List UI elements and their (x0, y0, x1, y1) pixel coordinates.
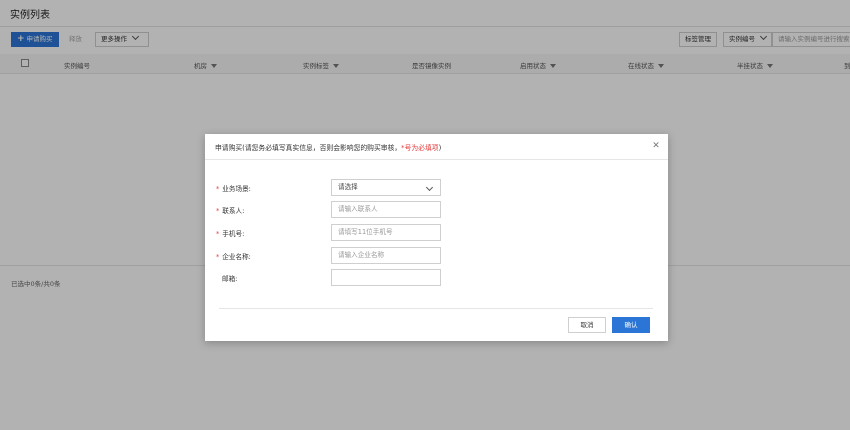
form-row-phone: * 手机号: 请填写11位手机号 (205, 224, 668, 241)
phone-input[interactable]: 请填写11位手机号 (331, 224, 441, 241)
field-label: 邮箱: (222, 275, 238, 283)
select-value: 请选择 (338, 183, 358, 191)
contact-input[interactable]: 请输入联系人 (331, 201, 441, 218)
confirm-button[interactable]: 确认 (612, 317, 650, 333)
field-label: * 联系人: (216, 207, 245, 215)
field-label: * 手机号: (216, 230, 245, 238)
chevron-down-icon (425, 183, 434, 192)
email-input[interactable] (331, 269, 441, 286)
company-name-input[interactable]: 请输入企业名称 (331, 247, 441, 264)
cancel-button[interactable]: 取消 (568, 317, 606, 333)
apply-purchase-dialog: 申请购买(请您务必填写真实信息，否则会影响您的购买审核，*号为必填项) ✕ * 业… (205, 134, 668, 341)
dialog-title: 申请购买(请您务必填写真实信息，否则会影响您的购买审核，*号为必填项) (215, 144, 442, 152)
close-icon[interactable]: ✕ (651, 141, 661, 151)
form-row-company: * 企业名称: 请输入企业名称 (205, 247, 668, 264)
business-scene-select[interactable]: 请选择 (331, 179, 441, 196)
form-row-contact: * 联系人: 请输入联系人 (205, 201, 668, 218)
form-row-email: 邮箱: (205, 269, 668, 286)
field-label: * 业务场景: (216, 185, 251, 193)
form-row-business-scene: * 业务场景: 请选择 (205, 179, 668, 196)
dialog-divider (219, 308, 653, 309)
dialog-header: 申请购买(请您务必填写真实信息，否则会影响您的购买审核，*号为必填项) ✕ (205, 134, 668, 160)
field-label: * 企业名称: (216, 253, 251, 261)
